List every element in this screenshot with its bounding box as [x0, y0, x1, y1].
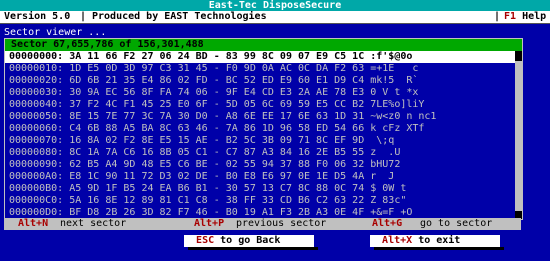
back-button-shadow: [188, 247, 318, 250]
hex-row-selected[interactable]: 00000000: 3A 11 66 F2 27 06 24 BD - 83 9…: [5, 51, 515, 63]
hex-dump[interactable]: 00000000: 3A 11 66 F2 27 06 24 BD - 83 9…: [5, 51, 515, 219]
vertical-scrollbar[interactable]: [515, 51, 522, 219]
sector-viewer-panel: Sector 67,655,786 of 156,301,488 0000000…: [4, 38, 523, 220]
window-title: East-Tec DisposeSecure: [0, 0, 550, 11]
next-sector-label[interactable]: next sector: [60, 218, 126, 230]
scroll-up-arrow-icon[interactable]: [515, 51, 522, 61]
sector-info: Sector 67,655,786 of 156,301,488: [5, 39, 522, 51]
help-key: F1: [504, 11, 517, 22]
goto-sector-key[interactable]: Alt+G: [372, 218, 402, 230]
hex-row[interactable]: 00000020: 6D 6B 21 35 E4 86 02 FD - BC 5…: [5, 75, 515, 87]
hex-row[interactable]: 00000010: 1D E5 0D 3D 97 C3 31 45 - F0 9…: [5, 63, 515, 75]
previous-sector-label[interactable]: previous sector: [236, 218, 326, 230]
hex-row[interactable]: 00000080: 8C 1A 7A C6 16 8B 05 C1 - C7 8…: [5, 147, 515, 159]
hex-row[interactable]: 00000070: 16 8A 02 F2 8E E5 15 AE - B2 5…: [5, 135, 515, 147]
back-button[interactable]: ESC to go Back: [184, 235, 314, 247]
back-label: to go Back: [220, 235, 281, 246]
separator: |: [494, 11, 501, 22]
hex-row[interactable]: 00000040: 37 F2 4C F1 45 25 E0 6F - 5D 0…: [5, 99, 515, 111]
back-key: ESC: [196, 235, 215, 246]
hex-row[interactable]: 000000A0: E8 1C 90 11 72 D3 02 DE - B0 E…: [5, 171, 515, 183]
hex-row[interactable]: 00000030: 30 9A EC 56 8F FA 74 06 - 9F E…: [5, 87, 515, 99]
produced-by-label: Produced by EAST Technologies: [92, 11, 267, 22]
next-sector-key[interactable]: Alt+N: [18, 218, 48, 230]
exit-label: to exit: [418, 235, 461, 246]
help-label: Help: [522, 11, 547, 22]
exit-button-shadow: [374, 247, 504, 250]
exit-key: Alt+X: [382, 235, 413, 246]
hex-row[interactable]: 00000060: C4 6B 88 A5 BA 8C 63 46 - 7A 8…: [5, 123, 515, 135]
hotkey-bar: Alt+N next sector Alt+P previous sector …: [4, 218, 521, 230]
hex-row[interactable]: 00000050: 8E 15 7E 77 3C 7A 30 D0 - A8 6…: [5, 111, 515, 123]
menu-bar: Version 5.0 | Produced by EAST Technolog…: [0, 11, 550, 24]
previous-sector-key[interactable]: Alt+P: [194, 218, 224, 230]
help-button[interactable]: F1 Help: [504, 11, 546, 23]
hex-row[interactable]: 000000C0: 5A 16 8E 12 89 81 C1 C8 - 38 F…: [5, 195, 515, 207]
hex-row[interactable]: 000000B0: A5 9D 1F B5 24 EA B6 B1 - 30 5…: [5, 183, 515, 195]
goto-sector-label[interactable]: go to sector: [420, 218, 492, 230]
version-label: Version 5.0: [4, 11, 71, 22]
separator: |: [80, 11, 87, 22]
exit-button[interactable]: Alt+X to exit: [370, 235, 500, 247]
hex-row[interactable]: 00000090: 62 B5 A4 9D 48 E5 C6 BE - 02 5…: [5, 159, 515, 171]
